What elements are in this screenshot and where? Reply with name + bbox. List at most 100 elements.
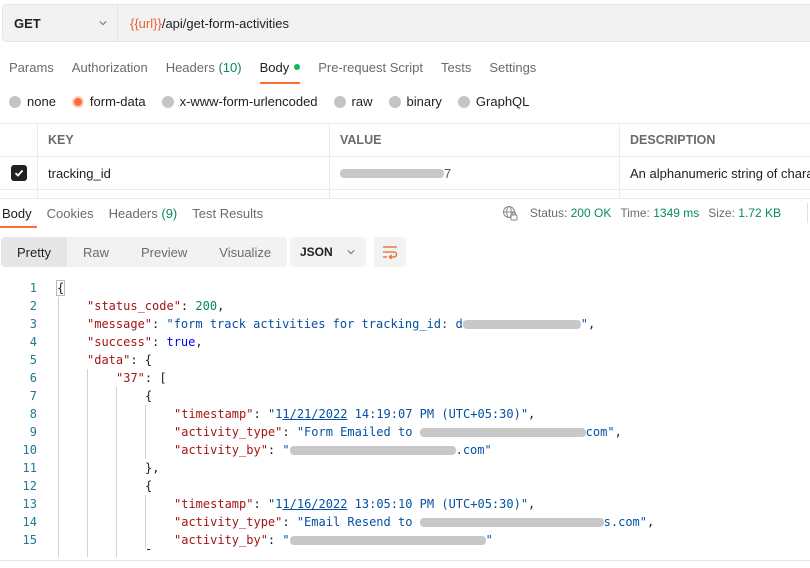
- code-text: {: [145, 479, 153, 493]
- response-body-editor[interactable]: 1{ 2 "status_code": 200, 3 "message": "for…: [0, 279, 810, 557]
- line-number: 6: [29, 371, 37, 385]
- param-key-cell[interactable]: tracking_id: [37, 157, 329, 189]
- json-key: "activity_type": [174, 425, 283, 439]
- tab-settings[interactable]: Settings: [480, 52, 545, 82]
- radio-label: form-data: [89, 94, 146, 109]
- line-number: 15: [22, 533, 37, 547]
- code-line: 6 "37": [: [0, 369, 810, 387]
- line-number: 13: [22, 497, 37, 511]
- json-key: "data": [87, 353, 131, 367]
- method-select[interactable]: GET: [3, 5, 118, 41]
- radio-button[interactable]: [388, 95, 401, 108]
- row-enabled-checkbox-cell: [0, 157, 37, 189]
- radio-none[interactable]: none: [9, 94, 56, 109]
- tab-headers[interactable]: Headers (10): [157, 52, 251, 82]
- radio-x-www-form-urlencoded[interactable]: x-www-form-urlencoded: [161, 94, 318, 109]
- code-line: 8 "timestamp": "11/21/2022 14:19:07 PM (U…: [0, 405, 810, 423]
- divider: [0, 560, 810, 561]
- globe-lock-icon[interactable]: [502, 205, 518, 221]
- param-description-cell[interactable]: An alphanumeric string of charac: [619, 157, 810, 189]
- size-label: Size:: [708, 206, 735, 220]
- code-text: "data": {: [87, 353, 153, 367]
- body-indicator-dot: [294, 64, 301, 70]
- json-key: "activity_by": [174, 443, 268, 457]
- chevron-down-icon: [99, 21, 107, 26]
- code-line: 9 "activity_type": "Form Emailed to com",: [0, 423, 810, 441]
- param-value-cell[interactable]: 7: [329, 157, 619, 189]
- json-key: "message": [87, 317, 153, 331]
- json-boolean: true: [166, 335, 196, 349]
- radio-button[interactable]: [161, 95, 174, 108]
- radio-button[interactable]: [457, 95, 470, 108]
- empty-cell: [0, 190, 37, 198]
- response-tab-test-results[interactable]: Test Results: [190, 198, 270, 228]
- tab-body[interactable]: Body: [251, 52, 310, 84]
- code-text: "activity_type": "Form Emailed to com",: [174, 425, 622, 439]
- json-key: "timestamp": [174, 497, 254, 511]
- url-variable: {{url}}: [130, 15, 162, 31]
- code-text: "success": true,: [87, 335, 203, 349]
- code-line: 7{: [0, 387, 810, 405]
- code-line: 5 "data": {: [0, 351, 810, 369]
- view-visualize-button[interactable]: Visualize: [203, 237, 287, 267]
- date-link[interactable]: 1/16/2022: [282, 497, 347, 511]
- radio-form-data[interactable]: form-data: [71, 94, 146, 109]
- tab-label: Authorization: [71, 59, 148, 75]
- json-string: s.com": [603, 515, 648, 529]
- redacted-value: [340, 168, 444, 178]
- request-url-bar: GET {{url}}/api/get-form-activities: [2, 4, 810, 42]
- tab-count: (10): [218, 59, 242, 75]
- radio-button[interactable]: [333, 95, 346, 108]
- radio-button[interactable]: [71, 95, 84, 108]
- time-value[interactable]: 1349 ms: [653, 206, 699, 220]
- radio-button[interactable]: [9, 95, 21, 108]
- radio-graphql[interactable]: GraphQL: [457, 94, 529, 109]
- tab-tests[interactable]: Tests: [432, 52, 480, 82]
- param-description: An alphanumeric string of charac: [630, 165, 810, 181]
- json-string: "1: [267, 497, 283, 511]
- response-tab-cookies[interactable]: Cookies: [45, 198, 101, 228]
- code-line: 12 {: [0, 477, 810, 495]
- tab-label: Cookies: [46, 205, 94, 221]
- empty-cell: [619, 190, 810, 198]
- view-mode-segmented: Pretty Raw Preview Visualize: [1, 237, 288, 267]
- status-value[interactable]: 200 OK: [571, 206, 612, 220]
- view-raw-button[interactable]: Raw: [67, 237, 125, 267]
- radio-raw[interactable]: raw: [333, 94, 373, 109]
- radio-label: raw: [351, 94, 373, 109]
- tab-authorization[interactable]: Authorization: [63, 52, 157, 82]
- redacted-text: [462, 320, 581, 329]
- redacted-text: [289, 536, 486, 545]
- view-preview-button[interactable]: Preview: [125, 237, 203, 267]
- view-pretty-button[interactable]: Pretty: [1, 237, 67, 267]
- redacted-text: [419, 518, 604, 527]
- line-number: 14: [22, 515, 37, 529]
- redacted-text: [289, 446, 456, 455]
- line-number: 1: [29, 281, 37, 295]
- tab-pre-request-script[interactable]: Pre-request Script: [309, 52, 432, 82]
- response-tab-body[interactable]: Body: [0, 198, 39, 228]
- url-input[interactable]: {{url}}/api/get-form-activities: [118, 16, 289, 31]
- line-number: 3: [29, 317, 37, 331]
- size-value[interactable]: 1.72 KB: [738, 206, 781, 220]
- code-text: "activity_by": " .com": [174, 443, 492, 457]
- date-link[interactable]: 1/21/2022: [282, 407, 347, 421]
- response-tabs: Body Cookies Headers (9) Test Results: [0, 198, 276, 228]
- json-key: "timestamp": [174, 407, 254, 421]
- format-select[interactable]: JSON: [290, 237, 366, 267]
- tab-label: Test Results: [192, 205, 264, 221]
- row-enabled-checkbox[interactable]: [10, 165, 27, 181]
- json-key: "activity_by": [174, 533, 268, 547]
- json-string: com": [585, 425, 615, 439]
- header-checkbox-column: [0, 124, 37, 156]
- radio-binary[interactable]: binary: [388, 94, 442, 109]
- code-text: {: [55, 279, 66, 297]
- json-string: ": [282, 533, 290, 547]
- json-string: "Form Emailed to: [296, 425, 420, 439]
- code-text: },: [145, 461, 160, 475]
- response-tab-headers[interactable]: Headers (9): [107, 198, 185, 228]
- column-header-value: VALUE: [329, 124, 619, 156]
- wrap-lines-button[interactable]: [374, 237, 406, 267]
- tab-params[interactable]: Params: [0, 52, 63, 82]
- json-key: "37": [116, 371, 145, 385]
